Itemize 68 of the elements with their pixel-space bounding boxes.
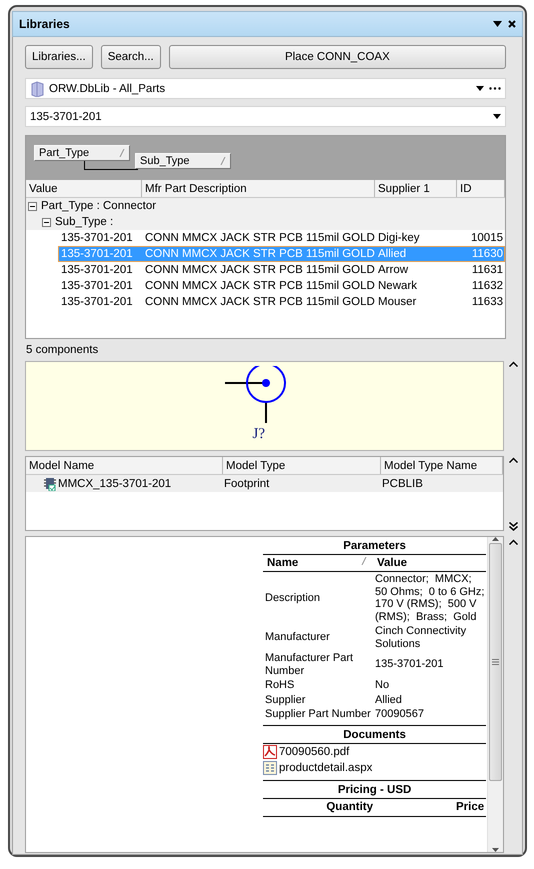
column-header[interactable]: Name [265,557,298,569]
column-header[interactable]: Model Name [26,457,223,474]
parameter-value: 135-3701-201 [374,658,445,671]
collapse-icon[interactable] [28,202,37,210]
column-header[interactable]: ID [457,180,505,197]
parameter-name: Manufacturer [264,631,331,644]
scrollbar[interactable] [487,537,503,852]
place-button[interactable]: Place CONN_COAX [168,45,506,69]
section-title: Parameters [263,537,486,555]
parameter-name: Manufacturer Part Number [264,652,354,677]
sort-icon [220,157,226,165]
parameter-name: Description [264,592,322,604]
parameter-name: Supplier Part Number [264,708,372,720]
parameter-value: 70090567 [374,708,425,720]
column-header[interactable]: Value [375,557,486,569]
group-by-chip[interactable]: Sub_Type [135,153,231,169]
parameter-value: Connector; MMCX; 50 Ohms; 0 to 6 GHz; 170 V (RMS); 500 V (RMS); Brass; Gold [374,573,486,623]
designator-label: J? [252,426,266,443]
search-dropdown[interactable]: 135-3701-201 [25,106,506,127]
more-icon[interactable] [489,87,501,90]
component-count: 5 components [26,344,98,356]
column-header[interactable]: Mfr Part Description [142,180,375,197]
menu-arrow-icon[interactable] [493,21,502,27]
column-header[interactable]: Value [26,180,142,197]
scroll-down-icon[interactable] [492,848,500,852]
search-button[interactable]: Search... [100,45,161,69]
column-header[interactable]: Price [456,800,484,814]
scroll-thumb[interactable] [489,543,502,781]
scroll-up-icon[interactable] [508,457,518,463]
close-icon[interactable] [508,20,516,28]
book-icon [30,80,44,96]
library-dropdown[interactable]: ORW.DbLib - All_Parts [25,78,506,99]
document-icon [263,760,277,774]
sort-icon [119,149,125,157]
pdf-icon [263,744,277,758]
group-label: Part_Type : Connector [41,200,156,212]
table-row[interactable]: 135-3701-201 CONN MMCX JACK STR PCB 115mil GOLD Digi-key 10015 [58,230,505,246]
group-label: Sub_Type : [55,216,114,228]
column-header[interactable]: Quantity [263,800,373,814]
model-row[interactable]: MMCX_135-3701-201 Footprint PCBLIB [26,475,503,492]
connector-line [84,161,138,170]
parameter-name: Supplier [264,694,306,706]
libraries-button[interactable]: Libraries... [25,45,93,69]
scroll-up-icon[interactable] [508,361,518,367]
document-link[interactable]: 70090560.pdf [263,744,486,760]
parameter-name: RoHS [264,679,296,692]
table-row[interactable]: 135-3701-201 CONN MMCX JACK STR PCB 115mil GOLD Mouser 11633 [58,294,505,310]
sort-icon [361,557,367,565]
column-header[interactable]: Model Type [223,457,381,474]
parameter-value: Allied [374,694,403,706]
section-title: Pricing - USD [263,780,486,798]
splitter-icon[interactable] [508,522,518,531]
table-row[interactable]: 135-3701-201 CONN MMCX JACK STR PCB 115mil GOLD Arrow 11631 [58,262,505,278]
document-link[interactable]: productdetail.aspx [263,760,486,776]
scroll-up-icon[interactable] [492,537,500,541]
parameter-value: Cinch Connectivity Solutions [374,625,468,650]
group-by-chip[interactable]: Part_Type [34,145,130,161]
chip-icon [44,476,56,490]
parameter-value: No [374,679,390,692]
collapse-icon[interactable] [42,218,51,226]
column-header[interactable]: Supplier 1 [375,180,457,197]
table-row[interactable]: 135-3701-201 CONN MMCX JACK STR PCB 115mil GOLD Newark 11632 [58,278,505,294]
dropdown-arrow-icon[interactable] [476,86,484,91]
section-title: Documents [263,726,486,744]
column-header[interactable]: Model Type Name [381,457,503,474]
dropdown-arrow-icon[interactable] [493,114,501,119]
panel-title: Libraries [19,17,71,31]
grip-icon [492,659,500,665]
